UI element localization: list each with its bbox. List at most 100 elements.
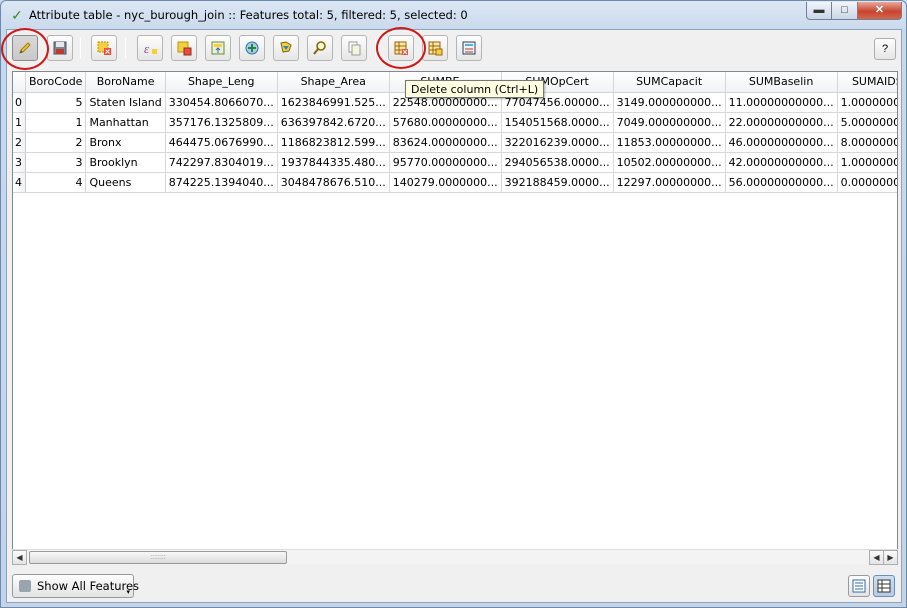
table-cell[interactable]: 83624.00000000... xyxy=(389,132,502,153)
column-header[interactable]: SUMAIDS xyxy=(837,72,897,93)
table-cell[interactable]: 140279.0000000... xyxy=(389,172,502,193)
column-header[interactable]: BoroCode xyxy=(25,72,87,93)
delete-column-button[interactable] xyxy=(388,35,414,61)
filter-icon xyxy=(19,580,31,592)
table-cell[interactable]: 742297.8304019... xyxy=(165,152,278,173)
table-cell[interactable]: 464475.0676990... xyxy=(165,132,278,153)
form-view-button[interactable] xyxy=(848,575,870,597)
delete-column-icon xyxy=(394,41,408,55)
table-cell[interactable]: 42.00000000000... xyxy=(725,152,838,173)
table-row[interactable]: 3 3 Brooklyn 742297.8304019... 1937844335.48… xyxy=(13,152,897,173)
table-cell[interactable]: 322016239.0000... xyxy=(501,132,614,153)
help-button[interactable]: ? xyxy=(874,38,896,60)
scroll-left-arrow[interactable]: ◀ xyxy=(12,550,27,565)
zoom-to-selected-button[interactable] xyxy=(273,35,299,61)
table-cell[interactable]: 392188459.0000... xyxy=(501,172,614,193)
show-all-features-dropdown[interactable]: Show All Features ▾ xyxy=(12,574,139,598)
invert-selection-button[interactable] xyxy=(171,35,197,61)
pan-to-selected-icon xyxy=(245,41,259,55)
close-button[interactable]: ✕ xyxy=(858,2,902,20)
table-cell[interactable]: 357176.1325809... xyxy=(165,112,278,133)
column-header[interactable]: Shape_Area xyxy=(277,72,390,93)
table-cell[interactable]: 1623846991.525... xyxy=(277,92,390,113)
table-cell[interactable]: Queens xyxy=(85,172,166,193)
table-cell[interactable]: 10502.00000000... xyxy=(613,152,726,173)
table-cell[interactable]: 12297.00000000... xyxy=(613,172,726,193)
select-by-expression-button[interactable]: ε xyxy=(137,35,163,61)
magnifier-icon xyxy=(313,41,326,55)
table-cell[interactable]: 0.000000000 xyxy=(837,172,897,193)
delete-selected-icon xyxy=(97,41,111,55)
table-cell[interactable]: Bronx xyxy=(85,132,166,153)
table-cell[interactable]: 57680.00000000... xyxy=(389,112,502,133)
table-cell[interactable]: 8.000000000 xyxy=(837,132,897,153)
table-row[interactable]: 1 1 Manhattan 357176.1325809... 636397842.67… xyxy=(13,112,897,133)
column-header[interactable]: Shape_Leng xyxy=(165,72,278,93)
table-cell[interactable]: 95770.00000000... xyxy=(389,152,502,173)
table-cell[interactable]: 5.000000000 xyxy=(837,112,897,133)
table-cell[interactable]: 3 xyxy=(25,152,87,173)
column-header[interactable]: SUMBaselin xyxy=(725,72,838,93)
table-cell[interactable]: 46.00000000000... xyxy=(725,132,838,153)
new-column-icon xyxy=(428,41,443,56)
invert-selection-icon xyxy=(177,41,192,56)
table-cell[interactable]: 874225.1394040... xyxy=(165,172,278,193)
copy-rows-button[interactable] xyxy=(341,35,367,61)
table-cell[interactable]: Manhattan xyxy=(85,112,166,133)
table-row[interactable]: 2 2 Bronx 464475.0676990... 1186823812.599..… xyxy=(13,132,897,153)
scrollbar-thumb[interactable]: :::::::: xyxy=(29,551,287,564)
save-edits-icon xyxy=(53,41,67,55)
attribute-table: BoroCode BoroName Shape_Leng Shape_Area … xyxy=(12,71,898,564)
scroll-right-arrow[interactable]: ▶ xyxy=(883,550,898,565)
table-cell[interactable]: 7049.000000000... xyxy=(613,112,726,133)
corner-header[interactable] xyxy=(13,72,26,93)
table-cell[interactable]: 4 xyxy=(25,172,87,193)
move-selection-top-button[interactable] xyxy=(205,35,231,61)
table-cell[interactable]: 1.000000000 xyxy=(837,92,897,113)
table-cell[interactable]: 1937844335.480... xyxy=(277,152,390,173)
toolbar: ε ? xyxy=(7,30,901,66)
table-cell[interactable]: 636397842.6720... xyxy=(277,112,390,133)
scroll-left-arrow-end[interactable]: ◀ xyxy=(869,550,884,565)
row-index[interactable]: 3 xyxy=(13,152,26,173)
delete-selected-button[interactable] xyxy=(91,35,117,61)
horizontal-scrollbar[interactable]: ◀ :::::::: ◀ ▶ xyxy=(12,549,898,565)
table-cell[interactable]: 11853.00000000... xyxy=(613,132,726,153)
minimize-button[interactable]: ▬ xyxy=(806,2,832,20)
column-header[interactable]: BoroName xyxy=(85,72,166,93)
table-cell[interactable]: 3149.000000000... xyxy=(613,92,726,113)
row-index[interactable]: 1 xyxy=(13,112,26,133)
table-cell[interactable]: 2 xyxy=(25,132,87,153)
new-column-button[interactable] xyxy=(422,35,448,61)
toggle-editing-button[interactable] xyxy=(12,35,38,61)
table-view-button[interactable] xyxy=(873,575,895,597)
field-calculator-button[interactable] xyxy=(456,35,482,61)
table-cell[interactable]: 1.000000000 xyxy=(837,152,897,173)
table-cell[interactable]: 11.00000000000... xyxy=(725,92,838,113)
table-cell[interactable]: 1 xyxy=(25,112,87,133)
row-index[interactable]: 0 xyxy=(13,92,26,113)
pan-to-selected-button[interactable] xyxy=(239,35,265,61)
title-bar[interactable]: ✓ Attribute table - nyc_burough_join :: … xyxy=(1,1,906,29)
table-cell[interactable]: 330454.8066070... xyxy=(165,92,278,113)
table-cell[interactable]: Staten Island xyxy=(85,92,166,113)
table-cell[interactable]: 3048478676.510... xyxy=(277,172,390,193)
chevron-down-icon: ▾ xyxy=(126,588,130,596)
row-index[interactable]: 2 xyxy=(13,132,26,153)
filter-label: Show All Features xyxy=(37,579,140,593)
maximize-button[interactable]: □ xyxy=(832,2,858,20)
table-cell[interactable]: 5 xyxy=(25,92,87,113)
table-cell[interactable]: 56.00000000000... xyxy=(725,172,838,193)
column-header[interactable]: SUMCapacit xyxy=(613,72,726,93)
table-cell[interactable]: 294056538.0000... xyxy=(501,152,614,173)
search-button[interactable] xyxy=(307,35,333,61)
row-index[interactable]: 4 xyxy=(13,172,26,193)
window-title: Attribute table - nyc_burough_join :: Fe… xyxy=(29,8,468,22)
table-row[interactable]: 4 4 Queens 874225.1394040... 3048478676.510.… xyxy=(13,172,897,193)
svg-text:ε: ε xyxy=(144,41,150,56)
table-cell[interactable]: 1186823812.599... xyxy=(277,132,390,153)
table-cell[interactable]: 22.00000000000... xyxy=(725,112,838,133)
table-cell[interactable]: Brooklyn xyxy=(85,152,166,173)
save-edits-button[interactable] xyxy=(47,35,73,61)
table-cell[interactable]: 154051568.0000... xyxy=(501,112,614,133)
